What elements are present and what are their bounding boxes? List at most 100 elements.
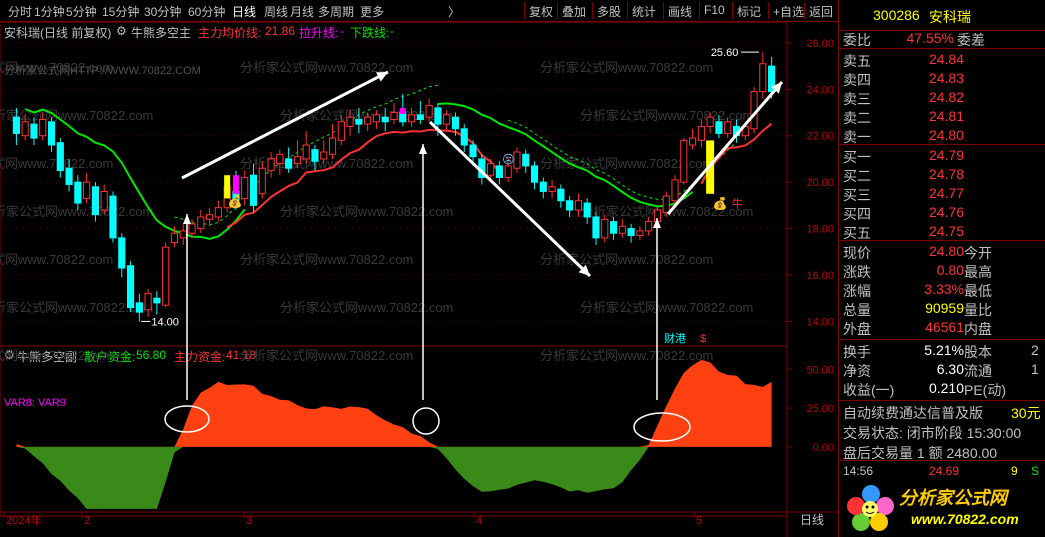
stat2-row: 收益(一) 0.210 PE(动)	[839, 378, 1045, 399]
candle-body	[214, 207, 222, 218]
stat-row-value: 0.80	[936, 262, 964, 278]
retail-fund-area	[16, 446, 772, 509]
watermark-text: 分析家公式网www.70822.com	[540, 156, 713, 171]
candle-body	[170, 232, 179, 244]
candle-body	[355, 118, 363, 125]
bid-row: 买五 24.75	[839, 221, 1045, 242]
stat2-row-value2: 2	[1031, 342, 1039, 358]
sub-y-tick-label: 25.00	[806, 403, 834, 415]
candle-body	[267, 158, 275, 172]
stat2-row-label: 收益(一)	[843, 382, 895, 398]
candle-body	[47, 121, 56, 146]
price-chart[interactable]: 分析家公式网www.70822.com 分析家公式网www.70822.com 分析…	[0, 22, 838, 537]
candle-body	[434, 107, 442, 125]
trade-status: 交易状态: 闭市阶段 15:30:00	[843, 425, 1022, 441]
signal-bar	[399, 107, 406, 114]
stat-row-value: 24.80	[928, 243, 964, 259]
ask-row: 卖一 24.80	[839, 125, 1045, 146]
y-tick-label: 26.00	[806, 38, 834, 50]
more-arrow-icon[interactable]: 〉	[448, 3, 460, 20]
period-tab-0[interactable]: 分时	[8, 3, 32, 20]
candle-body	[30, 123, 38, 139]
period-tab-2[interactable]: 5分钟	[66, 3, 97, 20]
candle-body	[206, 214, 214, 220]
candle-body	[513, 151, 521, 169]
main-fund-area	[16, 360, 772, 447]
candle-body	[56, 142, 64, 172]
candle-body	[302, 144, 310, 160]
candle-body	[293, 156, 301, 165]
promo-text[interactable]: 自动续费通达信普及版	[843, 403, 983, 423]
tick-time: 14:56	[843, 464, 874, 478]
stat-row: 涨跌 0.80 最高	[839, 260, 1045, 281]
candle-body	[346, 116, 354, 127]
signal-arrow-head	[419, 144, 427, 154]
flower-logo-icon	[847, 485, 894, 531]
site-logo: 分析家公式网 www.70822.com	[839, 478, 1045, 537]
candle-body	[522, 153, 530, 167]
candle-body	[759, 63, 767, 93]
period-tab-1[interactable]: 1分钟	[34, 3, 65, 20]
watermark-text: 分析家公式网www.70822.com	[280, 204, 453, 219]
stat2-row-value: 6.30	[936, 361, 964, 377]
candle-body	[706, 116, 714, 127]
candle-body	[135, 302, 143, 313]
bid-row-value: 24.79	[928, 147, 964, 163]
candle-body	[188, 223, 196, 234]
candle-body	[724, 121, 732, 134]
toolbar-button-8[interactable]: 返回	[809, 3, 833, 20]
ask-row: 卖四 24.83	[839, 68, 1045, 89]
toolbar-button-0[interactable]: 复权	[529, 3, 553, 20]
ask-row-value: 24.81	[928, 108, 964, 124]
candle-body	[530, 165, 539, 183]
period-tab-8[interactable]: 月线	[290, 3, 314, 20]
candle-body	[126, 265, 135, 309]
candle-body	[425, 105, 433, 118]
period-tab-3[interactable]: 15分钟	[102, 3, 139, 20]
toolbar-button-2[interactable]: 多股	[597, 3, 621, 20]
toolbar-button-1[interactable]: 叠加	[562, 3, 586, 20]
period-tab-6[interactable]: 日线	[232, 3, 256, 20]
period-tab-5[interactable]: 60分钟	[188, 3, 225, 20]
period-tab-7[interactable]: 周线	[264, 3, 288, 20]
candle-body	[443, 114, 451, 125]
candle-body	[372, 114, 381, 123]
toolbar-button-7[interactable]: +自选	[773, 3, 804, 20]
logo-text: 分析家公式网	[899, 488, 1007, 508]
stat-row-label2: 内盘	[964, 321, 992, 337]
ask-row: 卖三 24.82	[839, 87, 1045, 108]
toolbar-button-3[interactable]: 统计	[632, 3, 656, 20]
niu-label: 牛	[732, 197, 743, 211]
promo-price: 30元	[1011, 405, 1041, 421]
toolbar-button-6[interactable]: 标记	[737, 3, 761, 20]
watermark-text: 分析家公式网HTTP://WWW.70822.COM	[4, 63, 201, 77]
ask-row-value: 24.80	[928, 127, 964, 143]
watermark-text: 分析家公式网www.70822.com	[0, 108, 153, 123]
bid-row-value: 24.78	[928, 166, 964, 182]
watermark-text: 分析家公式网www.70822.com	[240, 252, 413, 267]
period-tab-4[interactable]: 30分钟	[144, 3, 181, 20]
candle-body	[153, 297, 161, 304]
candle-body	[65, 167, 73, 185]
stat-row-value: 46561	[925, 319, 964, 335]
tick-volume: 9	[1011, 464, 1018, 478]
toolbar-button-5[interactable]: F10	[704, 3, 725, 17]
tick-flag: S	[1031, 464, 1040, 478]
webi-label: 委比	[843, 32, 871, 48]
x-tick-label: 2	[84, 515, 90, 527]
money-bag-icon: 💰	[713, 197, 728, 211]
candle-body	[566, 200, 574, 211]
period-tab-9[interactable]: 多周期	[318, 3, 354, 20]
promo-row[interactable]: 自动续费通达信普及版 30元	[839, 401, 1045, 422]
y-tick-label: 24.00	[806, 84, 834, 96]
candle-body	[469, 144, 477, 158]
watermark-text: 分析家公式网www.70822.com	[540, 60, 713, 75]
toolbar-button-4[interactable]: 画线	[668, 3, 692, 20]
candle-body	[337, 121, 345, 141]
candle-body	[609, 221, 618, 234]
candle-body	[179, 230, 187, 239]
bid-row-value: 24.75	[928, 223, 964, 239]
candle-body	[671, 179, 679, 202]
candle-body	[249, 174, 258, 206]
period-tab-10[interactable]: 更多	[360, 3, 384, 20]
